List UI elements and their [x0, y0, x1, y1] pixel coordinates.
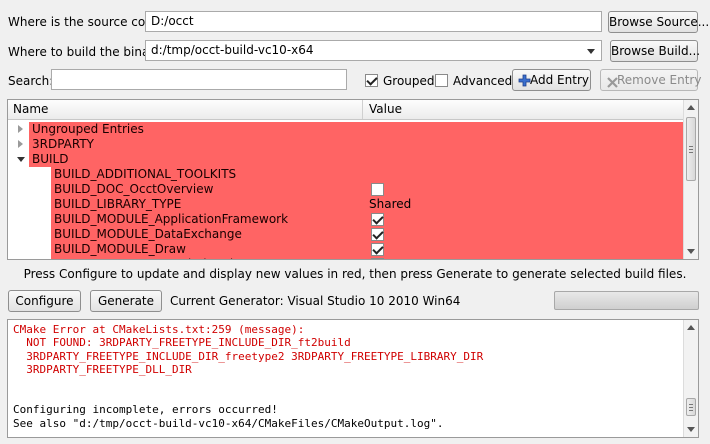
- remove-x-icon: [607, 74, 618, 88]
- progress-bar: [554, 291, 699, 310]
- tree-row[interactable]: BUILD_ADDITIONAL_TOOLKITS: [8, 167, 684, 182]
- output-log[interactable]: CMake Error at CMakeLists.txt:259 (messa…: [7, 319, 699, 438]
- build-path-combobox[interactable]: d:/tmp/occt-build-vc10-x64: [145, 40, 602, 61]
- tree-header: Name Value: [8, 100, 684, 120]
- tree-row-name: BUILD_MODULE_DataExchange: [54, 227, 242, 241]
- tree-row[interactable]: BUILD_MODULE_Draw: [8, 242, 684, 257]
- scrollbar-thumb[interactable]: [686, 398, 696, 416]
- tree-row[interactable]: BUILD_MODULE_DataExchange: [8, 227, 684, 242]
- scrollbar-thumb[interactable]: [686, 117, 696, 181]
- advanced-label: Advanced: [453, 74, 513, 88]
- configure-hint: Press Configure to update and display ne…: [23, 267, 687, 281]
- source-label: Where is the source code:: [8, 15, 165, 29]
- cache-variables-tree[interactable]: Name Value Ungrouped Entries 3RDPARTY BUIL…: [7, 99, 699, 260]
- advanced-check-icon[interactable]: [435, 74, 448, 87]
- add-entry-button[interactable]: Add Entry: [512, 69, 591, 91]
- tree-row-value-checkbox[interactable]: [371, 243, 384, 256]
- output-error-line: CMake Error at CMakeLists.txt:259 (messa…: [13, 323, 305, 336]
- expand-down-icon[interactable]: [17, 157, 25, 162]
- search-input[interactable]: [51, 69, 347, 90]
- tree-row[interactable]: BUILD_DOC_OcctOverview: [8, 182, 684, 197]
- output-error-line: NOT FOUND: 3RDPARTY_FREETYPE_INCLUDE_DIR…: [13, 336, 351, 350]
- chevron-down-icon[interactable]: [587, 49, 595, 54]
- grouped-check-icon[interactable]: [365, 74, 378, 87]
- remove-entry-button[interactable]: Remove Entry: [600, 69, 702, 91]
- tree-row-value-checkbox[interactable]: [371, 183, 384, 196]
- scroll-up-icon[interactable]: [687, 105, 695, 110]
- grouped-checkbox[interactable]: [365, 74, 378, 90]
- source-path-input[interactable]: D:/occt: [145, 11, 602, 32]
- scroll-up-icon[interactable]: [687, 325, 695, 330]
- browse-source-button[interactable]: Browse Source...: [608, 11, 709, 33]
- tree-row[interactable]: 3RDPARTY: [8, 137, 684, 152]
- scroll-down-icon[interactable]: [687, 427, 695, 432]
- remove-entry-label: Remove Entry: [617, 73, 702, 87]
- tree-row-name: BUILD: [32, 152, 69, 166]
- current-generator-label: Current Generator: Visual Studio 10 2010…: [170, 294, 461, 308]
- expand-right-icon[interactable]: [18, 125, 23, 133]
- tree-row-name: BUILD_MODULE_Draw: [54, 242, 186, 256]
- changed-highlight: [29, 137, 684, 152]
- output-line: See also "d:/tmp/occt-build-vc10-x64/CMa…: [13, 416, 444, 430]
- browse-build-button[interactable]: Browse Build...: [610, 40, 700, 62]
- tree-row-value-checkbox[interactable]: [371, 228, 384, 241]
- tree-row-name: BUILD_MODULE_ApplicationFramework: [54, 212, 289, 226]
- column-header-name[interactable]: Name: [8, 100, 363, 119]
- configure-button[interactable]: Configure: [8, 290, 81, 312]
- tree-row[interactable]: Ungrouped Entries: [8, 122, 684, 137]
- advanced-checkbox[interactable]: [435, 74, 448, 90]
- output-error-line: 3RDPARTY_FREETYPE_INCLUDE_DIR_freetype2 …: [13, 349, 484, 363]
- add-entry-label: Add Entry: [530, 73, 589, 87]
- build-path-value: d:/tmp/occt-build-vc10-x64: [151, 43, 314, 57]
- tree-row-name: 3RDPARTY: [32, 137, 95, 151]
- tree-row[interactable]: BUILD_LIBRARY_TYPE Shared: [8, 197, 684, 212]
- tree-row-name: BUILD_DOC_OcctOverview: [54, 182, 214, 196]
- grouped-label: Grouped: [383, 74, 435, 88]
- tree-row-name: Ungrouped Entries: [32, 122, 144, 136]
- tree-vertical-scrollbar[interactable]: [683, 100, 698, 259]
- scroll-down-icon[interactable]: [687, 249, 695, 254]
- tree-row-value-checkbox[interactable]: [371, 213, 384, 226]
- output-vertical-scrollbar[interactable]: [683, 320, 698, 437]
- generate-button[interactable]: Generate: [90, 290, 162, 312]
- tree-row[interactable]: BUILD_MODULE_ApplicationFramework: [8, 212, 684, 227]
- expand-right-icon[interactable]: [18, 140, 23, 148]
- tree-row[interactable]: BUILD_MODULE_FoundationClasses: [8, 257, 684, 259]
- tree-row-name: BUILD_MODULE_FoundationClasses: [54, 257, 267, 259]
- output-line: Configuring incomplete, errors occurred!: [13, 403, 278, 417]
- plus-icon: [518, 73, 531, 87]
- tree-row-name: BUILD_LIBRARY_TYPE: [54, 197, 182, 211]
- search-label: Search:: [8, 74, 54, 88]
- tree-row-value-checkbox[interactable]: [371, 258, 384, 259]
- tree-row-name: BUILD_ADDITIONAL_TOOLKITS: [54, 167, 237, 181]
- changed-highlight: [29, 152, 684, 167]
- tree-row[interactable]: BUILD: [8, 152, 684, 167]
- column-header-value[interactable]: Value: [364, 100, 684, 119]
- output-error-line: 3RDPARTY_FREETYPE_DLL_DIR: [13, 363, 192, 377]
- tree-row-value[interactable]: Shared: [369, 197, 411, 212]
